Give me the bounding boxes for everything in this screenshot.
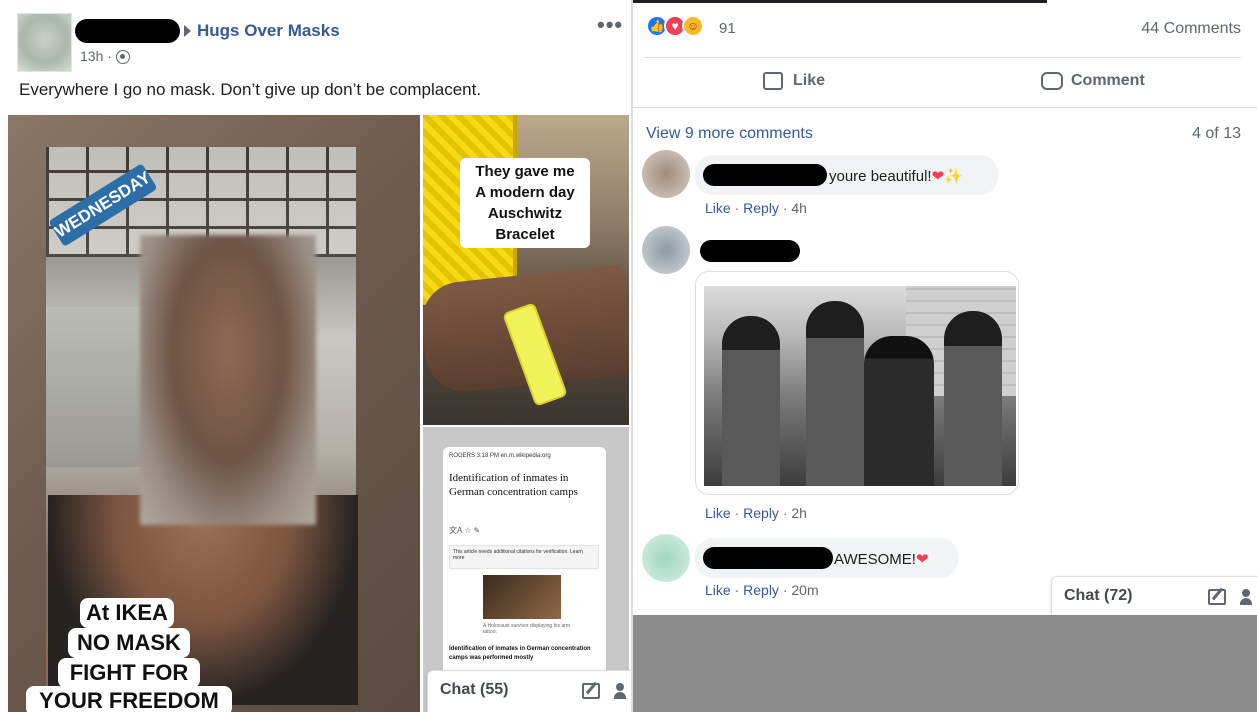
article-image-caption: A Holocaust survivor displaying his arm … — [483, 623, 570, 635]
main-photo[interactable]: WEDNESDAY At IKEA NO MASK FIGHT FOR YOUR… — [8, 115, 420, 712]
reaction-count[interactable]: 91 — [719, 20, 736, 37]
comment-reply-link[interactable]: Reply — [743, 582, 779, 598]
bracelet-caption: They gave me A modern day Auschwitz Brac… — [460, 158, 590, 248]
separator — [645, 57, 1241, 58]
blurred-face — [140, 235, 316, 525]
comment-label: Comment — [1071, 72, 1145, 89]
separator — [633, 107, 1257, 108]
comment-actions: Like · Reply · 4h — [705, 200, 807, 216]
heart-emoji: ❤ — [915, 551, 929, 568]
reactions-summary[interactable]: 👍 ♥ ☺ — [646, 15, 716, 39]
bracelet-caption-line-2: A modern day — [475, 184, 575, 201]
article-body: Identification of inmates in German conc… — [449, 646, 591, 661]
caption-line-4: YOUR FREEDOM — [26, 686, 232, 712]
like-button[interactable]: Like — [763, 70, 853, 96]
comment-bubble: AWESOME!❤ — [695, 538, 958, 578]
comment-time[interactable]: 4h — [791, 200, 807, 216]
comment-like-link[interactable]: Like — [705, 200, 731, 216]
comment-like-link[interactable]: Like — [705, 505, 731, 521]
comment-text-value: youre beautiful! — [829, 168, 932, 185]
thumbs-up-icon — [763, 72, 783, 90]
comments-panel: 👍 ♥ ☺ 91 44 Comments Like Comment View 9… — [633, 0, 1257, 615]
post-text: Everywhere I go no mask. Don’t give up d… — [19, 80, 482, 99]
phone-status-bar: ROGERS 3:18 PM en.m.wikipedia.org — [449, 453, 551, 459]
comment-text: AWESOME!❤ — [834, 550, 929, 568]
caption-line-2: NO MASK — [68, 628, 190, 658]
arrow-right-icon — [184, 25, 191, 37]
globe-icon — [116, 50, 130, 64]
comment-button[interactable]: Comment — [1041, 70, 1171, 96]
chat-label[interactable]: Chat (72) — [1064, 587, 1132, 605]
compose-icon[interactable] — [582, 683, 600, 699]
comment-text-value: AWESOME! — [834, 551, 916, 568]
comment-time[interactable]: 2h — [791, 505, 807, 521]
heart-sparkle-emoji: ❤✨ — [931, 168, 963, 185]
dot-separator: · — [782, 582, 788, 598]
comment-bubble-icon — [1041, 72, 1063, 90]
comment-actions: Like · Reply · 20m — [705, 582, 819, 598]
post-time[interactable]: 13h — [80, 48, 103, 64]
dot-separator: · — [782, 505, 788, 521]
comment-reply-link[interactable]: Reply — [743, 200, 779, 216]
chat-label[interactable]: Chat (55) — [440, 681, 508, 699]
photo-figure — [864, 336, 934, 486]
commenter-avatar[interactable] — [642, 226, 690, 274]
comment-count[interactable]: 44 Comments — [1141, 20, 1241, 38]
citation-notice: This article needs additional citations … — [449, 545, 599, 569]
more-options-button[interactable]: ••• — [597, 12, 623, 38]
comment-actions: Like · Reply · 2h — [705, 505, 807, 521]
caption-line-3: FIGHT FOR — [58, 658, 200, 688]
commenter-avatar[interactable] — [642, 150, 690, 198]
article-title: Identification of inmates in German conc… — [449, 472, 578, 498]
comment-like-link[interactable]: Like — [705, 582, 731, 598]
caption-line-1: At IKEA — [80, 598, 174, 628]
chat-bar-left[interactable]: Chat (55) — [427, 670, 631, 712]
bracelet-caption-line-1: They gave me — [475, 163, 575, 180]
comment-image-attachment[interactable] — [695, 271, 1019, 495]
bracelet-caption-line-4: Bracelet — [495, 226, 555, 243]
article-tools: 文A ☆ ✎ — [449, 526, 481, 535]
chat-bar-right[interactable]: Chat (72) — [1051, 576, 1257, 615]
dot-separator: · — [782, 200, 788, 216]
dot-separator: · — [734, 505, 740, 521]
redacted-commenter-name — [700, 240, 800, 262]
top-border — [633, 0, 1047, 3]
bracelet-photo[interactable]: They gave me A modern day Auschwitz Brac… — [423, 115, 629, 425]
commenter-avatar[interactable] — [642, 534, 690, 582]
author-avatar[interactable] — [17, 13, 72, 72]
dot-separator: · — [107, 48, 112, 64]
comment-time[interactable]: 20m — [791, 582, 818, 598]
compose-icon[interactable] — [1208, 589, 1226, 605]
care-reaction-icon: ☺ — [682, 15, 704, 37]
people-icon[interactable] — [1240, 589, 1257, 605]
group-link[interactable]: Hugs Over Masks — [197, 21, 340, 41]
photo-figure — [806, 301, 864, 486]
post-panel: Hugs Over Masks 13h · ••• Everywhere I g… — [0, 0, 631, 712]
photo-figure — [722, 316, 780, 486]
people-icon[interactable] — [614, 683, 631, 699]
historical-photo — [704, 286, 1016, 486]
comment-reply-link[interactable]: Reply — [743, 505, 779, 521]
article-image — [483, 575, 561, 619]
redacted-author-name — [75, 19, 180, 43]
bracelet-caption-line-3: Auschwitz — [487, 205, 563, 222]
redacted-commenter-name — [703, 547, 833, 569]
comment-bubble: youre beautiful!❤✨ — [695, 155, 998, 195]
redacted-commenter-name — [703, 164, 827, 186]
dot-separator: · — [734, 582, 740, 598]
post-timestamp[interactable]: 13h · — [80, 48, 112, 64]
comment-page-counter: 4 of 13 — [1192, 125, 1241, 142]
comment-text: youre beautiful!❤✨ — [829, 167, 963, 185]
like-label: Like — [793, 72, 826, 89]
view-more-comments-link[interactable]: View 9 more comments — [646, 125, 813, 143]
photo-figure — [944, 311, 1002, 486]
dot-separator: · — [734, 200, 740, 216]
